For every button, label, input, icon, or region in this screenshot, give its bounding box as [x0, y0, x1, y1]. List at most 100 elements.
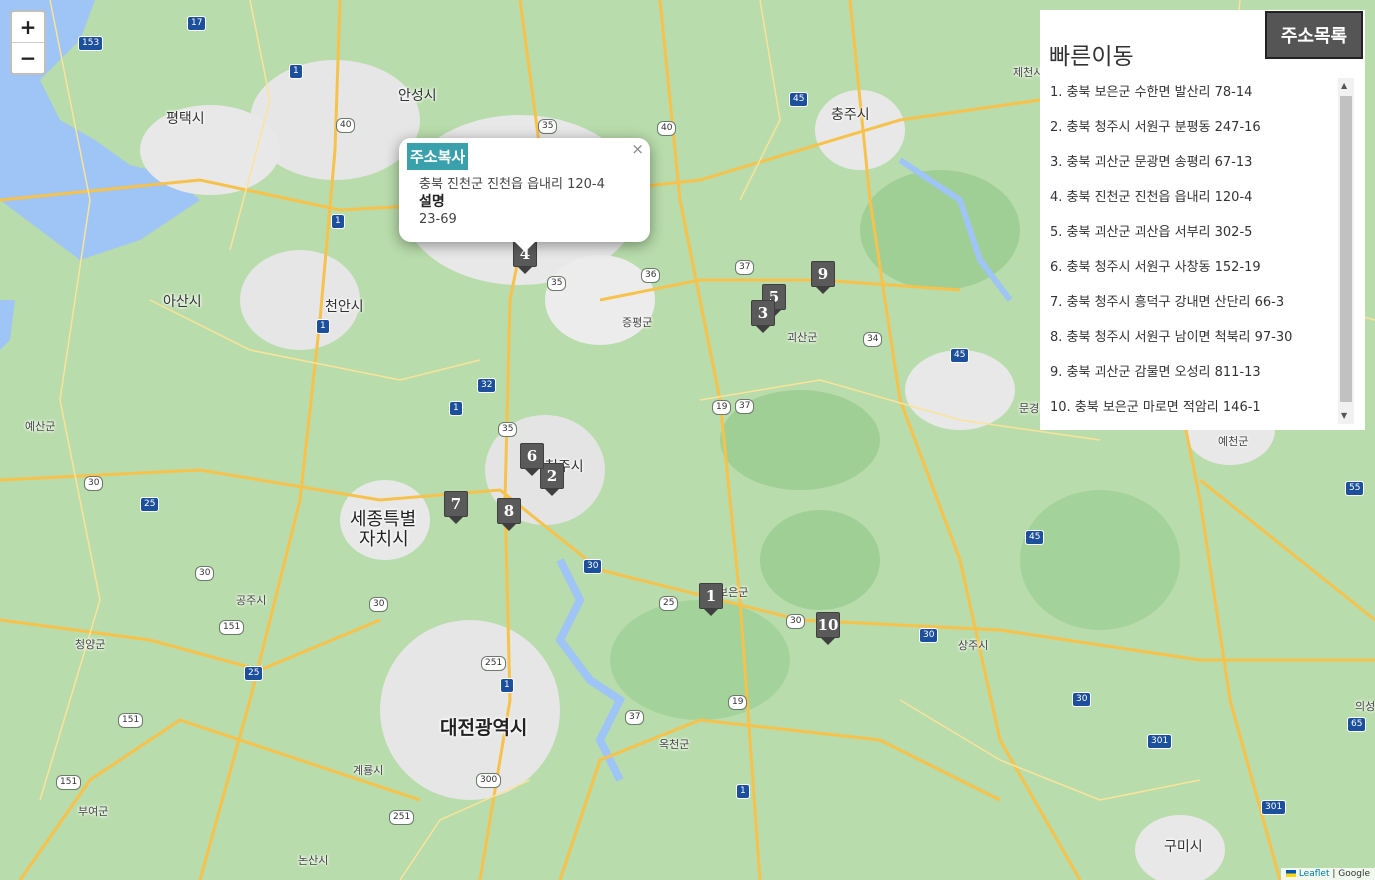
city-label-부여: 부여군 — [78, 805, 109, 818]
city-label-제천: 제천시 — [1013, 66, 1044, 79]
road-shield: 45 — [1025, 530, 1045, 545]
city-label-천안: 천안시 — [325, 299, 364, 315]
ukraine-flag-icon — [1285, 870, 1296, 877]
road-shield: 37 — [625, 710, 645, 725]
popup-address: 충북 진천군 진천읍 읍내리 120-4 — [419, 177, 605, 192]
city-label-논산: 논산시 — [298, 854, 329, 867]
map-marker-7[interactable]: 7 — [444, 491, 468, 524]
list-item[interactable]: 9. 충북 괴산군 감물면 오성리 811-13 — [1040, 360, 1340, 395]
road-shield: 19 — [728, 695, 748, 710]
map-attribution: Leaflet | Google — [1280, 868, 1375, 880]
city-label-옥천: 옥천군 — [659, 738, 690, 751]
road-shield: 1 — [331, 214, 345, 229]
road-shield: 151 — [118, 713, 144, 728]
zoom-control: + − — [10, 10, 46, 75]
road-shield: 40 — [336, 118, 356, 133]
city-label-예산: 예산군 — [25, 420, 56, 433]
city-label-공주: 공주시 — [236, 594, 267, 607]
marker-popup: 주소복사 × 충북 진천군 진천읍 읍내리 120-4 설명 23-69 — [399, 138, 650, 252]
road-shield: 151 — [56, 775, 82, 790]
road-shield: 30 — [919, 628, 939, 643]
city-label-대전: 대전광역시 — [440, 717, 528, 739]
road-shield: 25 — [244, 666, 264, 681]
map-marker-10[interactable]: 10 — [816, 612, 840, 645]
city-label-평택: 평택시 — [166, 111, 205, 127]
zoom-out-button[interactable]: − — [12, 42, 44, 73]
road-shield: 45 — [789, 92, 809, 107]
city-label-안성: 안성시 — [398, 88, 437, 104]
scroll-down-icon[interactable]: ▼ — [1341, 411, 1347, 420]
road-shield: 30 — [195, 566, 215, 581]
road-shield: 1 — [289, 64, 303, 79]
road-shield: 36 — [641, 268, 661, 283]
city-label-충주: 충주시 — [831, 107, 870, 123]
leaflet-link[interactable]: Leaflet — [1299, 869, 1330, 879]
scrollbar-thumb[interactable] — [1340, 96, 1352, 402]
popup-description-label: 설명 — [419, 194, 445, 210]
road-shield: 151 — [219, 620, 245, 635]
road-shield: 1 — [736, 784, 750, 799]
road-shield: 30 — [369, 597, 389, 612]
panel-title: 빠른이동 — [1049, 44, 1134, 70]
attribution-separator: | — [1329, 869, 1339, 879]
list-item[interactable]: 10. 충북 보은군 마로면 적암리 146-1 — [1040, 395, 1340, 430]
city-label-청양: 청양군 — [75, 638, 106, 651]
city-label-계룡: 계룡시 — [353, 764, 384, 777]
list-item[interactable]: 4. 충북 진천군 진천읍 읍내리 120-4 — [1040, 185, 1340, 220]
popup-close-button[interactable]: × — [631, 140, 644, 158]
address-list-button[interactable]: 주소목록 — [1265, 11, 1363, 59]
map-marker-1[interactable]: 1 — [699, 583, 723, 616]
road-shield: 300 — [476, 773, 502, 788]
list-item[interactable]: 7. 충북 청주시 흥덕구 강내면 산단리 66-3 — [1040, 290, 1340, 325]
quick-move-panel: 빠른이동 1. 충북 보은군 수한면 발산리 78-14 2. 충북 청주시 서… — [1040, 10, 1365, 430]
road-shield: 301 — [1147, 734, 1173, 749]
address-list: 1. 충북 보은군 수한면 발산리 78-14 2. 충북 청주시 서원구 분평… — [1040, 80, 1340, 430]
city-label-증평: 증평군 — [622, 316, 653, 329]
popup-tip — [515, 242, 535, 252]
list-item[interactable]: 6. 충북 청주시 서원구 사창동 152-19 — [1040, 255, 1340, 290]
road-shield: 55 — [1345, 481, 1365, 496]
map-marker-3[interactable]: 3 — [751, 300, 775, 333]
road-shield: 65 — [1347, 717, 1367, 732]
list-item[interactable]: 8. 충북 청주시 서원구 남이면 척북리 97-30 — [1040, 325, 1340, 360]
list-item[interactable]: 1. 충북 보은군 수한면 발산리 78-14 — [1040, 80, 1340, 115]
road-shield: 1 — [316, 319, 330, 334]
road-shield: 30 — [84, 476, 104, 491]
city-label-문경: 문경 — [1019, 402, 1040, 415]
list-item[interactable]: 5. 충북 괴산군 괴산읍 서부리 302-5 — [1040, 220, 1340, 255]
road-shield: 19 — [712, 400, 732, 415]
city-label-상주: 상주시 — [958, 639, 989, 652]
road-shield: 35 — [547, 276, 567, 291]
city-label-구미: 구미시 — [1164, 839, 1203, 855]
city-label-세종-2: 자치시 — [359, 529, 409, 550]
google-attribution: Google — [1338, 869, 1370, 879]
scroll-up-icon[interactable]: ▲ — [1341, 81, 1347, 90]
map-marker-8[interactable]: 8 — [497, 498, 521, 531]
list-item[interactable]: 3. 충북 괴산군 문광면 송평리 67-13 — [1040, 150, 1340, 185]
road-shield: 25 — [140, 497, 160, 512]
road-shield: 17 — [187, 16, 207, 31]
road-shield: 30 — [786, 614, 806, 629]
map-marker-6[interactable]: 6 — [520, 443, 544, 476]
popup-description-value: 23-69 — [419, 212, 457, 227]
map-marker-9[interactable]: 9 — [811, 261, 835, 294]
list-scrollbar[interactable]: ▲ ▼ — [1338, 78, 1354, 424]
road-shield: 25 — [659, 596, 679, 611]
road-shield: 32 — [477, 378, 497, 393]
road-shield: 35 — [538, 119, 558, 134]
city-label-예천: 예천군 — [1218, 435, 1249, 448]
copy-address-button[interactable]: 주소복사 — [407, 143, 469, 170]
road-shield: 35 — [498, 422, 518, 437]
list-item[interactable]: 2. 충북 청주시 서원구 분평동 247-16 — [1040, 115, 1340, 150]
road-shield: 30 — [1072, 692, 1092, 707]
road-shield: 1 — [449, 401, 463, 416]
road-shield: 1 — [500, 678, 514, 693]
road-shield: 301 — [1261, 800, 1287, 815]
road-shield: 40 — [657, 121, 677, 136]
road-shield: 251 — [389, 810, 415, 825]
road-shield: 37 — [735, 399, 755, 414]
zoom-in-button[interactable]: + — [12, 12, 44, 42]
road-shield: 37 — [735, 260, 755, 275]
road-shield: 153 — [78, 36, 104, 51]
city-label-의성: 의성 — [1355, 700, 1375, 713]
